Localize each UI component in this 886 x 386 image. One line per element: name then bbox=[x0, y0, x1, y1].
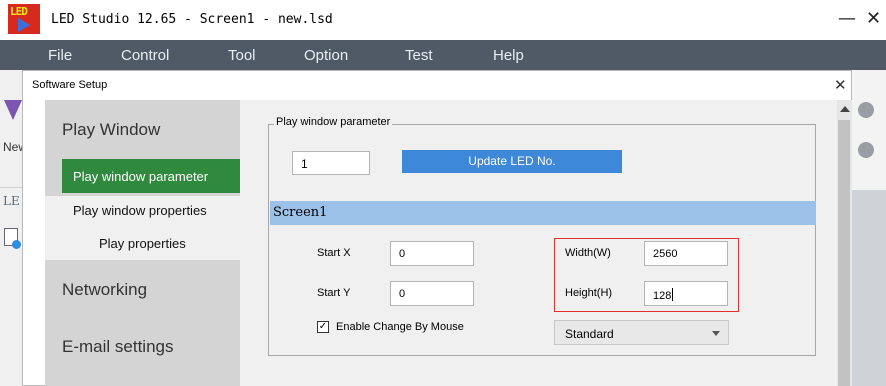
screen-label: Screen1 bbox=[273, 205, 328, 220]
height-field[interactable]: 128 bbox=[644, 281, 728, 306]
height-value: 128 bbox=[653, 290, 672, 302]
mode-select[interactable]: Standard bbox=[554, 320, 729, 345]
width-label: Width(W) bbox=[565, 247, 611, 259]
info-icon[interactable] bbox=[858, 102, 874, 118]
start-y-label: Start Y bbox=[317, 287, 351, 299]
nav-play-window[interactable]: Play Window bbox=[62, 120, 160, 140]
logo-text: LED bbox=[10, 5, 28, 18]
nav-networking[interactable]: Networking bbox=[62, 280, 147, 300]
menu-file[interactable]: File bbox=[48, 47, 72, 64]
app-title: LED Studio 12.65 - Screen1 - new.lsd bbox=[51, 12, 333, 27]
menu-tool[interactable]: Tool bbox=[228, 47, 256, 64]
start-x-label: Start X bbox=[317, 247, 351, 259]
close-window-button[interactable]: ✕ bbox=[866, 8, 881, 29]
nav-item-play-properties[interactable]: Play properties bbox=[99, 236, 186, 251]
screen-header-bar bbox=[270, 201, 816, 225]
nav-item-play-window-parameter[interactable]: Play window parameter bbox=[62, 159, 240, 193]
menu-control[interactable]: Control bbox=[121, 47, 169, 64]
menu-help[interactable]: Help bbox=[493, 47, 524, 64]
divider bbox=[0, 187, 22, 188]
dialog-title: Software Setup bbox=[32, 79, 108, 91]
width-field[interactable]: 2560 bbox=[644, 241, 728, 266]
play-icon bbox=[18, 18, 30, 32]
add-badge-icon bbox=[12, 240, 21, 249]
nav-item-play-window-properties[interactable]: Play window properties bbox=[73, 203, 207, 218]
enable-change-by-mouse-checkbox[interactable]: ✓ bbox=[317, 321, 329, 333]
led-number-input[interactable]: 1 bbox=[292, 151, 370, 175]
message-icon[interactable] bbox=[858, 142, 874, 158]
start-y-field[interactable]: 0 bbox=[390, 281, 474, 306]
dialog-close-button[interactable]: ✕ bbox=[834, 76, 847, 94]
text-caret bbox=[672, 288, 674, 301]
nav-email-settings[interactable]: E-mail settings bbox=[62, 337, 173, 357]
menu-option[interactable]: Option bbox=[304, 47, 348, 64]
app-logo-icon: LED bbox=[8, 4, 40, 34]
update-led-no-button[interactable]: Update LED No. bbox=[402, 150, 622, 173]
chevron-down-icon[interactable] bbox=[712, 331, 720, 336]
scroll-up-icon[interactable] bbox=[840, 106, 850, 112]
tab-led[interactable]: LE bbox=[3, 194, 20, 208]
start-x-field[interactable]: 0 bbox=[390, 241, 474, 266]
enable-change-by-mouse-label: Enable Change By Mouse bbox=[336, 321, 464, 333]
minimize-button[interactable]: — bbox=[838, 8, 856, 29]
group-title: Play window parameter bbox=[274, 116, 393, 128]
right-panel bbox=[852, 190, 886, 386]
menu-test[interactable]: Test bbox=[405, 47, 433, 64]
new-icon[interactable] bbox=[4, 100, 22, 120]
height-label: Height(H) bbox=[565, 287, 613, 299]
scroll-thumb[interactable] bbox=[838, 120, 850, 386]
